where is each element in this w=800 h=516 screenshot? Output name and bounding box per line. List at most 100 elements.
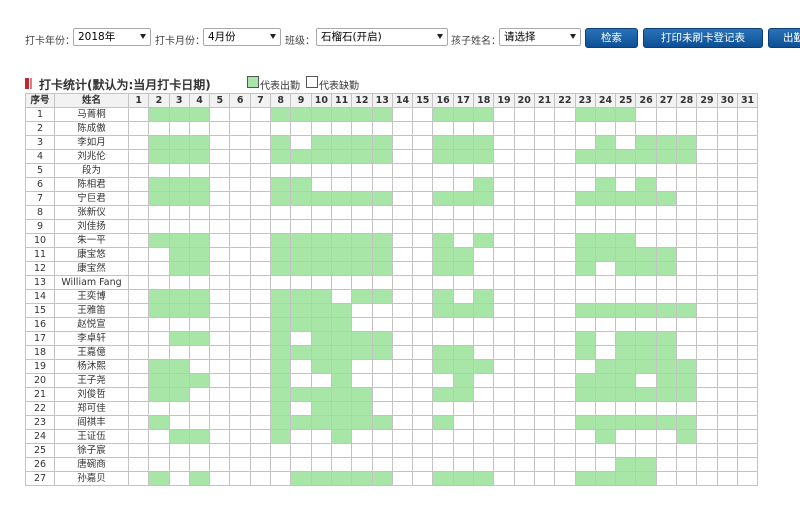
child-select[interactable]: 请选择 bbox=[499, 28, 581, 46]
day-cell-absent bbox=[127, 303, 150, 318]
day-cell-absent bbox=[330, 443, 353, 458]
day-cell-present bbox=[655, 149, 678, 164]
day-cell-absent bbox=[209, 191, 231, 206]
day-cell-present bbox=[310, 317, 332, 332]
day-cell-absent bbox=[696, 135, 718, 150]
day-cell-absent bbox=[696, 345, 718, 360]
day-cell-absent bbox=[249, 303, 272, 318]
day-cell-absent bbox=[412, 219, 434, 234]
day-cell-absent bbox=[655, 317, 678, 332]
day-cell-absent bbox=[533, 471, 556, 486]
header-day-11: 11 bbox=[330, 93, 353, 108]
table-row: 16 赵悦宣 bbox=[25, 317, 759, 332]
day-cell-absent bbox=[533, 163, 556, 178]
table-row: 8 张新仪 bbox=[25, 205, 759, 220]
day-cell-absent bbox=[635, 401, 657, 416]
day-cell-absent bbox=[736, 331, 759, 346]
day-cell-absent bbox=[655, 443, 678, 458]
day-cell-present bbox=[270, 303, 292, 318]
day-cell-absent bbox=[736, 191, 759, 206]
day-cell-present bbox=[635, 191, 657, 206]
day-cell-absent bbox=[391, 401, 414, 416]
day-cell-present bbox=[615, 261, 637, 276]
day-cell-absent bbox=[696, 205, 718, 220]
day-cell-absent bbox=[249, 149, 272, 164]
day-cell-absent bbox=[513, 275, 535, 290]
day-cell-absent bbox=[351, 359, 373, 374]
day-cell-present bbox=[168, 233, 190, 248]
day-cell-absent bbox=[736, 387, 759, 402]
day-cell-absent bbox=[736, 247, 759, 262]
month-select-value: 4月份 bbox=[208, 31, 236, 43]
class-select[interactable]: 石榴石(开启) bbox=[316, 28, 448, 46]
day-cell-absent bbox=[391, 191, 414, 206]
day-cell-present bbox=[148, 191, 170, 206]
day-cell-absent bbox=[655, 163, 678, 178]
day-cell-absent bbox=[676, 443, 698, 458]
day-cell-absent bbox=[188, 401, 211, 416]
day-cell-absent bbox=[676, 289, 698, 304]
day-cell-absent bbox=[209, 219, 231, 234]
day-cell-present bbox=[615, 303, 637, 318]
day-cell-present bbox=[655, 303, 678, 318]
day-cell-absent bbox=[594, 401, 617, 416]
day-cell-absent bbox=[412, 373, 434, 388]
table-row: 13 William Fang bbox=[25, 275, 759, 290]
day-cell-absent bbox=[391, 233, 414, 248]
day-cell-absent bbox=[412, 443, 434, 458]
day-cell-absent bbox=[473, 401, 495, 416]
day-cell-absent bbox=[209, 373, 231, 388]
day-cell-absent bbox=[391, 373, 414, 388]
row-seq: 22 bbox=[25, 401, 55, 416]
day-cell-absent bbox=[615, 177, 637, 192]
year-select[interactable]: 2018年 bbox=[73, 28, 151, 46]
header-day-29: 29 bbox=[696, 93, 718, 108]
day-cell-present bbox=[676, 135, 698, 150]
day-cell-present bbox=[574, 149, 596, 164]
header-day-8: 8 bbox=[270, 93, 292, 108]
month-select[interactable]: 4月份 bbox=[203, 28, 281, 46]
day-cell-absent bbox=[330, 219, 353, 234]
table-row: 14 王奕博 bbox=[25, 289, 759, 304]
day-cell-absent bbox=[696, 261, 718, 276]
day-cell-absent bbox=[249, 177, 272, 192]
day-cell-present bbox=[351, 401, 373, 416]
day-cell-absent bbox=[716, 303, 738, 318]
header-day-24: 24 bbox=[594, 93, 617, 108]
day-cell-absent bbox=[452, 457, 475, 472]
attendance-button[interactable]: 出勤 bbox=[768, 28, 800, 48]
day-cell-present bbox=[188, 233, 211, 248]
day-cell-present bbox=[452, 387, 475, 402]
day-cell-absent bbox=[736, 275, 759, 290]
day-cell-present bbox=[594, 387, 617, 402]
print-unswiped-button[interactable]: 打印未刷卡登记表 bbox=[643, 28, 763, 48]
day-cell-absent bbox=[391, 317, 414, 332]
day-cell-absent bbox=[716, 219, 738, 234]
day-cell-present bbox=[310, 107, 332, 122]
day-cell-absent bbox=[533, 107, 556, 122]
day-cell-present bbox=[290, 261, 312, 276]
day-cell-present bbox=[270, 373, 292, 388]
day-cell-present bbox=[594, 415, 617, 430]
day-cell-absent bbox=[391, 149, 414, 164]
day-cell-absent bbox=[127, 331, 150, 346]
day-cell-absent bbox=[249, 387, 272, 402]
day-cell-absent bbox=[696, 317, 718, 332]
search-button[interactable]: 检索 bbox=[585, 28, 638, 48]
day-cell-present bbox=[310, 135, 332, 150]
day-cell-absent bbox=[452, 205, 475, 220]
day-cell-absent bbox=[127, 233, 150, 248]
day-cell-absent bbox=[351, 219, 373, 234]
day-cell-absent bbox=[391, 107, 414, 122]
day-cell-present bbox=[188, 191, 211, 206]
day-cell-absent bbox=[412, 289, 434, 304]
day-cell-absent bbox=[696, 219, 718, 234]
day-cell-absent bbox=[249, 205, 272, 220]
day-cell-present bbox=[168, 107, 190, 122]
day-cell-present bbox=[351, 289, 373, 304]
day-cell-present bbox=[310, 415, 332, 430]
day-cell-absent bbox=[310, 429, 332, 444]
day-cell-absent bbox=[229, 163, 251, 178]
day-cell-present bbox=[615, 387, 637, 402]
day-cell-present bbox=[330, 331, 353, 346]
